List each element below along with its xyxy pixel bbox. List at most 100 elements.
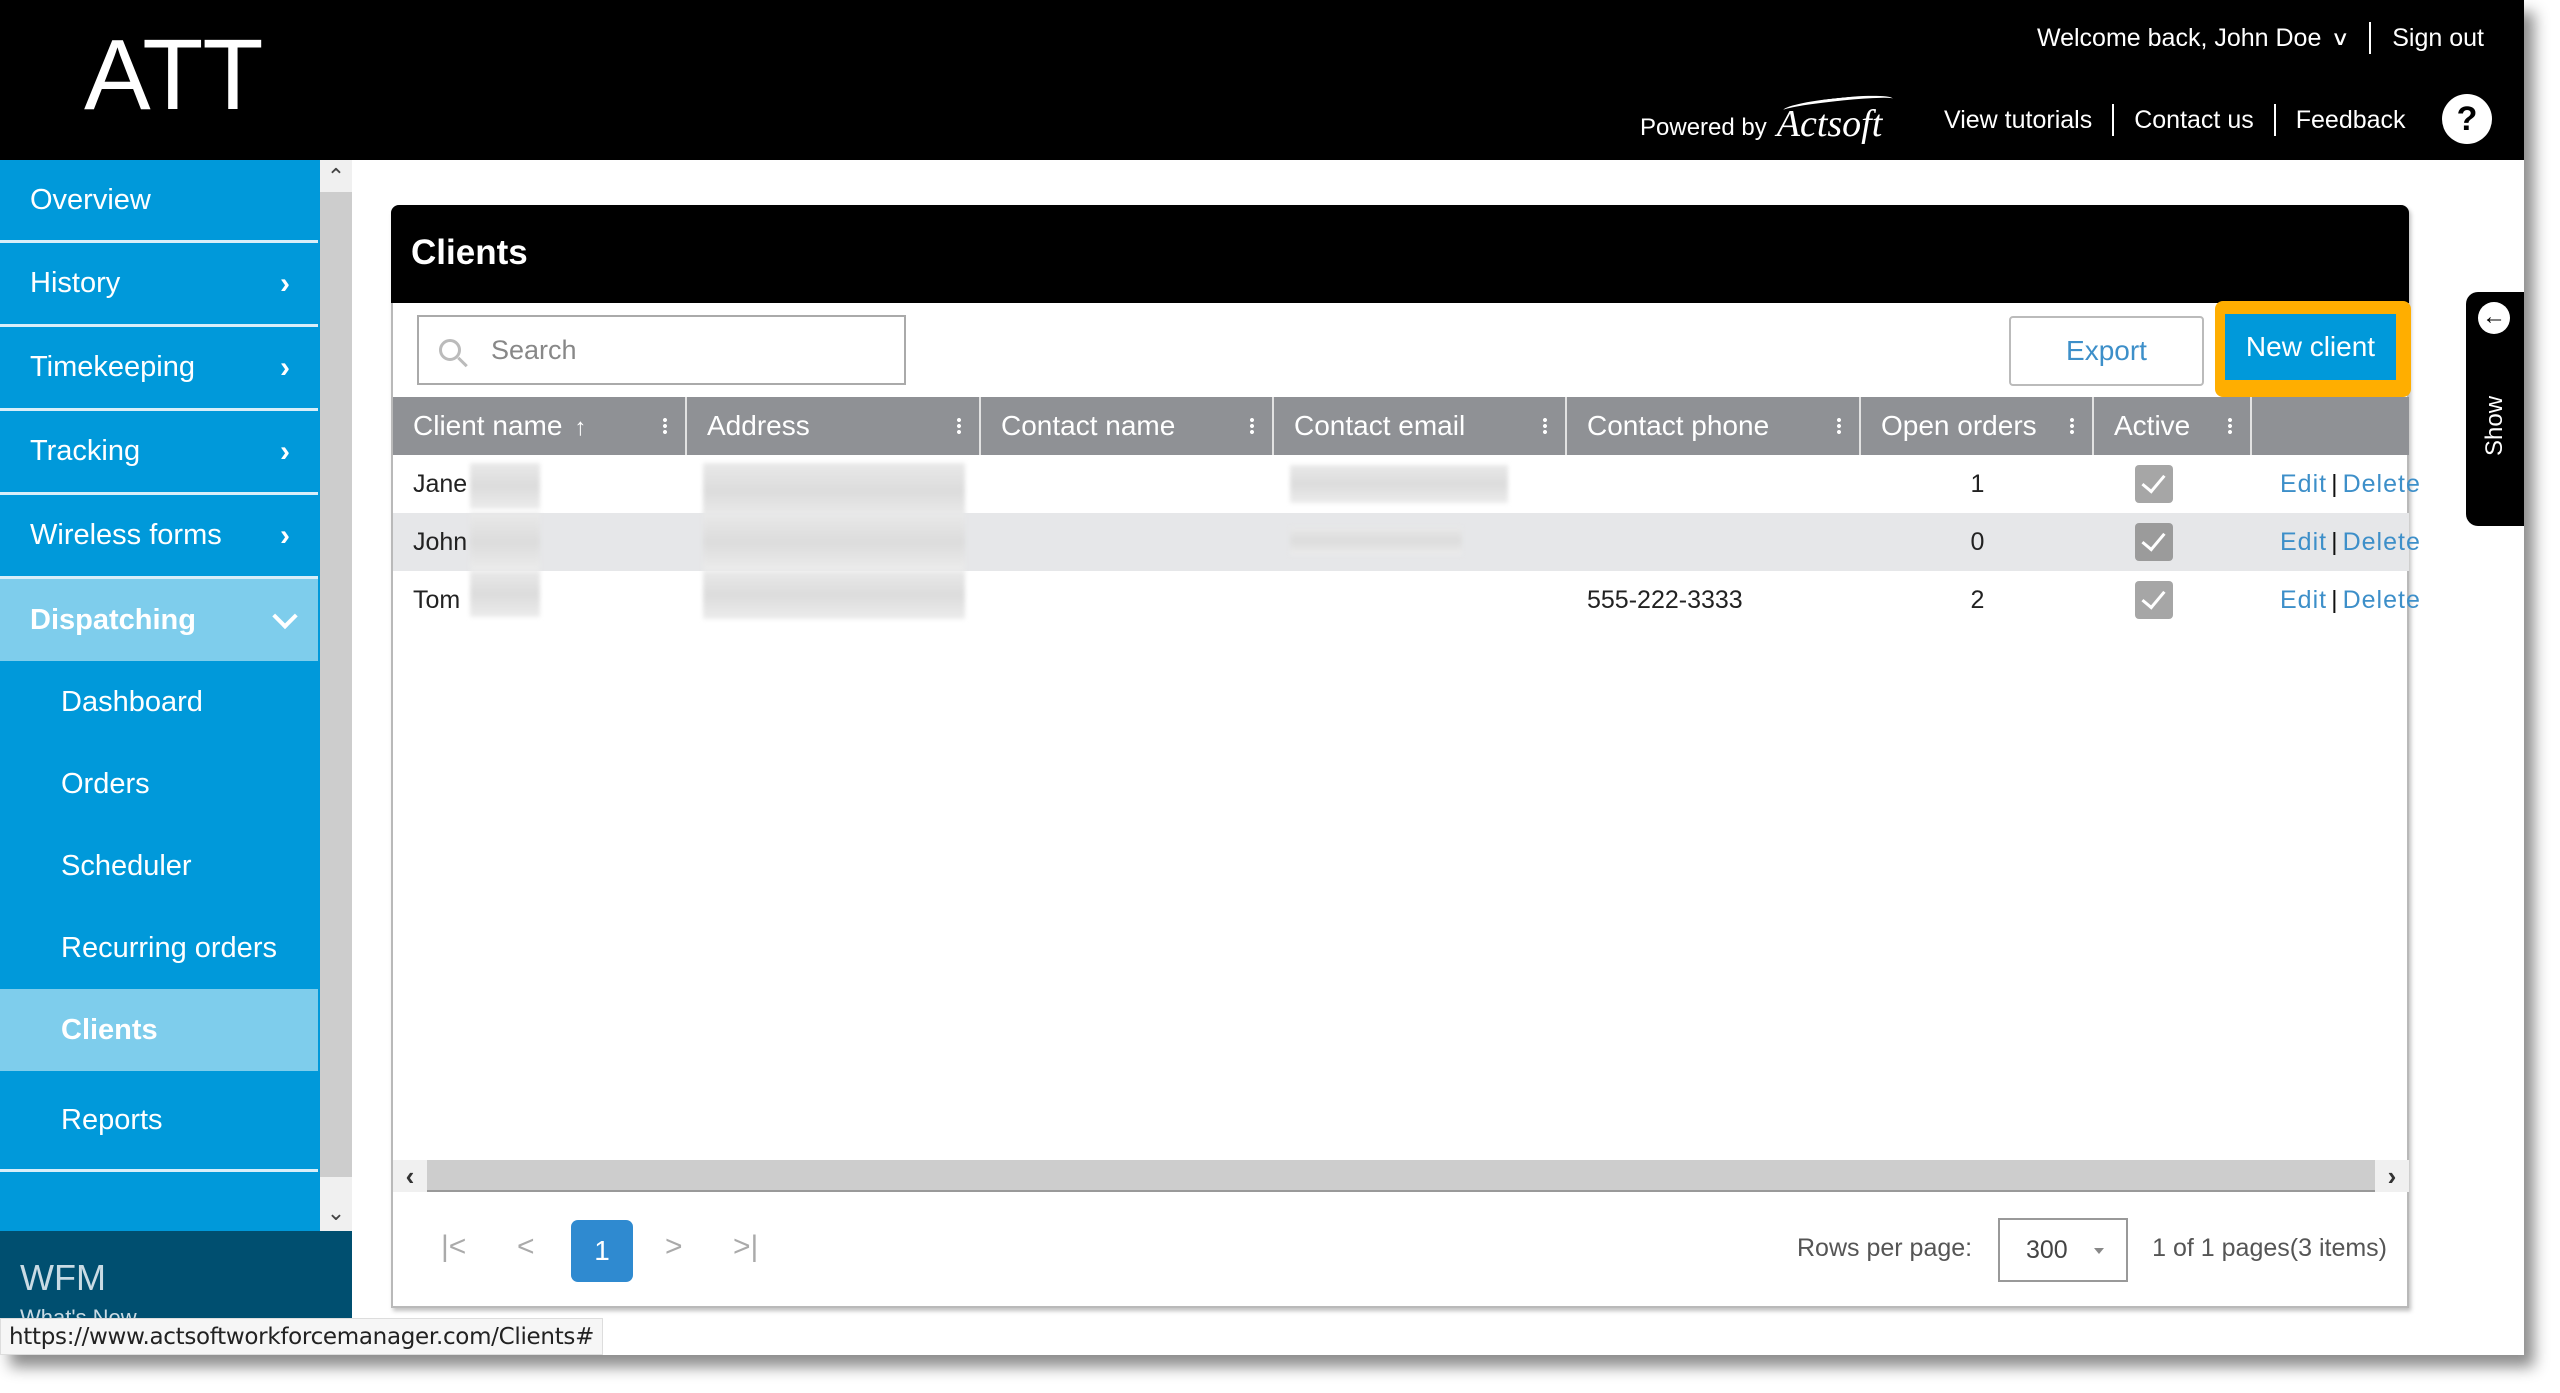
column-header-client-name[interactable]: Client name ↑ bbox=[393, 397, 687, 455]
sidebar-subitem-dashboard[interactable]: Dashboard bbox=[0, 661, 318, 743]
sidebar-subitem-scheduler[interactable]: Scheduler bbox=[0, 825, 318, 907]
checkbox-checked-icon[interactable] bbox=[2135, 465, 2173, 503]
column-label: Contact phone bbox=[1587, 410, 1770, 441]
cell-address bbox=[687, 513, 981, 571]
scroll-up-icon[interactable]: ⌃ bbox=[320, 160, 352, 192]
sidebar-subitem-recurring-orders[interactable]: Recurring orders bbox=[0, 907, 318, 989]
brand-logo[interactable]: ATT bbox=[84, 20, 263, 130]
delete-link[interactable]: Delete bbox=[2343, 528, 2421, 556]
column-menu-icon[interactable] bbox=[1837, 417, 1841, 435]
sidebar-item-label: Wireless forms bbox=[30, 519, 222, 551]
cell-active bbox=[2094, 455, 2252, 513]
column-menu-icon[interactable] bbox=[957, 417, 961, 435]
table-row[interactable]: Tom 555-222-3333 2 Edit | Delete bbox=[393, 571, 2420, 629]
contact-us-link[interactable]: Contact us bbox=[2114, 106, 2274, 135]
sort-ascending-icon[interactable]: ↑ bbox=[574, 414, 586, 441]
actsoft-logo[interactable]: Actsoft bbox=[1777, 105, 1883, 143]
sidebar-item-wireless-forms[interactable]: Wireless forms › bbox=[0, 495, 318, 579]
client-name-text: Tom bbox=[413, 586, 461, 614]
chevron-right-icon: › bbox=[280, 350, 290, 384]
sidebar-item-history[interactable]: History › bbox=[0, 243, 318, 327]
page-button-current[interactable]: 1 bbox=[571, 1220, 633, 1282]
column-header-address[interactable]: Address bbox=[687, 397, 981, 455]
table-row[interactable]: John 0 Edit | Delete bbox=[393, 513, 2420, 571]
sign-out-link[interactable]: Sign out bbox=[2392, 24, 2484, 53]
search-input[interactable] bbox=[491, 334, 871, 366]
powered-by: Powered by Actsoft bbox=[1640, 105, 1883, 143]
redacted-text bbox=[703, 571, 965, 619]
link-status-url: https://www.actsoftworkforcemanager.com/… bbox=[0, 1318, 604, 1355]
chevron-down-icon bbox=[272, 603, 298, 630]
sidebar-item-timekeeping[interactable]: Timekeeping › bbox=[0, 327, 318, 411]
sidebar-item-label: Orders bbox=[61, 767, 150, 800]
cell-client-name: Jane bbox=[393, 455, 687, 513]
column-menu-icon[interactable] bbox=[663, 417, 667, 435]
feedback-link[interactable]: Feedback bbox=[2276, 106, 2426, 135]
column-label: Active bbox=[2114, 410, 2191, 441]
new-client-button[interactable]: New client bbox=[2225, 314, 2396, 380]
last-page-icon[interactable]: >| bbox=[733, 1230, 758, 1264]
scroll-left-icon[interactable]: ‹ bbox=[393, 1160, 427, 1192]
horizontal-scrollbar[interactable]: ‹ › bbox=[393, 1160, 2409, 1192]
previous-page-icon[interactable]: < bbox=[517, 1230, 535, 1264]
sidebar-subitem-orders[interactable]: Orders bbox=[0, 743, 318, 825]
help-icon[interactable]: ? bbox=[2442, 94, 2492, 144]
view-tutorials-link[interactable]: View tutorials bbox=[1944, 106, 2112, 135]
table-row[interactable]: Jane 1 Edit | Delete bbox=[393, 455, 2420, 519]
column-label: Open orders bbox=[1881, 410, 2037, 441]
sidebar-item-overview[interactable]: Overview bbox=[0, 160, 318, 243]
cell-client-name: Tom bbox=[393, 571, 687, 629]
chevron-down-icon: ∨ bbox=[2331, 28, 2351, 50]
sidebar-item-label: Recurring orders bbox=[61, 931, 277, 964]
column-header-contact-phone[interactable]: Contact phone bbox=[1567, 397, 1861, 455]
client-name-text: John bbox=[413, 528, 468, 556]
column-header-contact-name[interactable]: Contact name bbox=[981, 397, 1274, 455]
user-menu[interactable]: Welcome back, John Doe ∨ bbox=[2037, 24, 2351, 53]
export-button[interactable]: Export bbox=[2009, 316, 2204, 386]
cell-contact-phone bbox=[1567, 513, 1861, 571]
column-header-open-orders[interactable]: Open orders bbox=[1861, 397, 2094, 455]
sidebar-subitem-clients[interactable]: Clients bbox=[0, 989, 318, 1071]
delete-link[interactable]: Delete bbox=[2343, 586, 2421, 614]
column-menu-icon[interactable] bbox=[1250, 417, 1254, 435]
cell-actions: Edit | Delete bbox=[2252, 513, 2420, 571]
delete-link[interactable]: Delete bbox=[2343, 470, 2421, 498]
page-title: Clients bbox=[411, 233, 528, 272]
checkbox-checked-icon[interactable] bbox=[2135, 581, 2173, 619]
edit-link[interactable]: Edit bbox=[2280, 470, 2327, 498]
checkbox-checked-icon[interactable] bbox=[2135, 523, 2173, 561]
chevron-right-icon: › bbox=[280, 266, 290, 300]
edit-link[interactable]: Edit bbox=[2280, 528, 2327, 556]
redacted-text bbox=[470, 571, 540, 617]
first-page-icon[interactable]: |< bbox=[441, 1230, 466, 1264]
sidebar-item-label: Timekeeping bbox=[30, 351, 195, 383]
column-label: Client name bbox=[413, 410, 563, 441]
column-header-active[interactable]: Active bbox=[2094, 397, 2252, 455]
show-panel-tab[interactable]: ← Show bbox=[2466, 292, 2524, 526]
arrow-left-icon: ← bbox=[2478, 302, 2510, 334]
sidebar-item-label: History bbox=[30, 267, 121, 299]
sidebar-scrollbar[interactable]: ⌃ ⌄ bbox=[320, 160, 352, 1231]
sidebar-item-dispatching[interactable]: Dispatching bbox=[0, 579, 318, 661]
column-header-contact-email[interactable]: Contact email bbox=[1274, 397, 1567, 455]
scroll-right-icon[interactable]: › bbox=[2375, 1160, 2409, 1192]
cell-address bbox=[687, 455, 981, 519]
scrollbar-thumb[interactable] bbox=[320, 192, 352, 1177]
column-menu-icon[interactable] bbox=[1543, 417, 1547, 435]
sidebar-subitem-reports[interactable]: Reports bbox=[0, 1071, 318, 1172]
app-window: ATT Welcome back, John Doe ∨ Sign out Po… bbox=[0, 0, 2524, 1355]
edit-link[interactable]: Edit bbox=[2280, 586, 2327, 614]
column-menu-icon[interactable] bbox=[2070, 417, 2074, 435]
wfm-title: WFM bbox=[20, 1257, 106, 1298]
cell-actions: Edit | Delete bbox=[2252, 455, 2420, 513]
cell-contact-email bbox=[1274, 513, 1567, 571]
rows-per-page-select[interactable]: 300 bbox=[1998, 1218, 2128, 1282]
scroll-down-icon[interactable]: ⌄ bbox=[320, 1199, 352, 1231]
next-page-icon[interactable]: > bbox=[665, 1230, 683, 1264]
search-icon bbox=[439, 339, 461, 361]
column-menu-icon[interactable] bbox=[2228, 417, 2232, 435]
sidebar-item-tracking[interactable]: Tracking › bbox=[0, 411, 318, 495]
redacted-text bbox=[703, 513, 965, 571]
search-field[interactable] bbox=[417, 315, 906, 385]
cell-contact-phone bbox=[1567, 455, 1861, 513]
